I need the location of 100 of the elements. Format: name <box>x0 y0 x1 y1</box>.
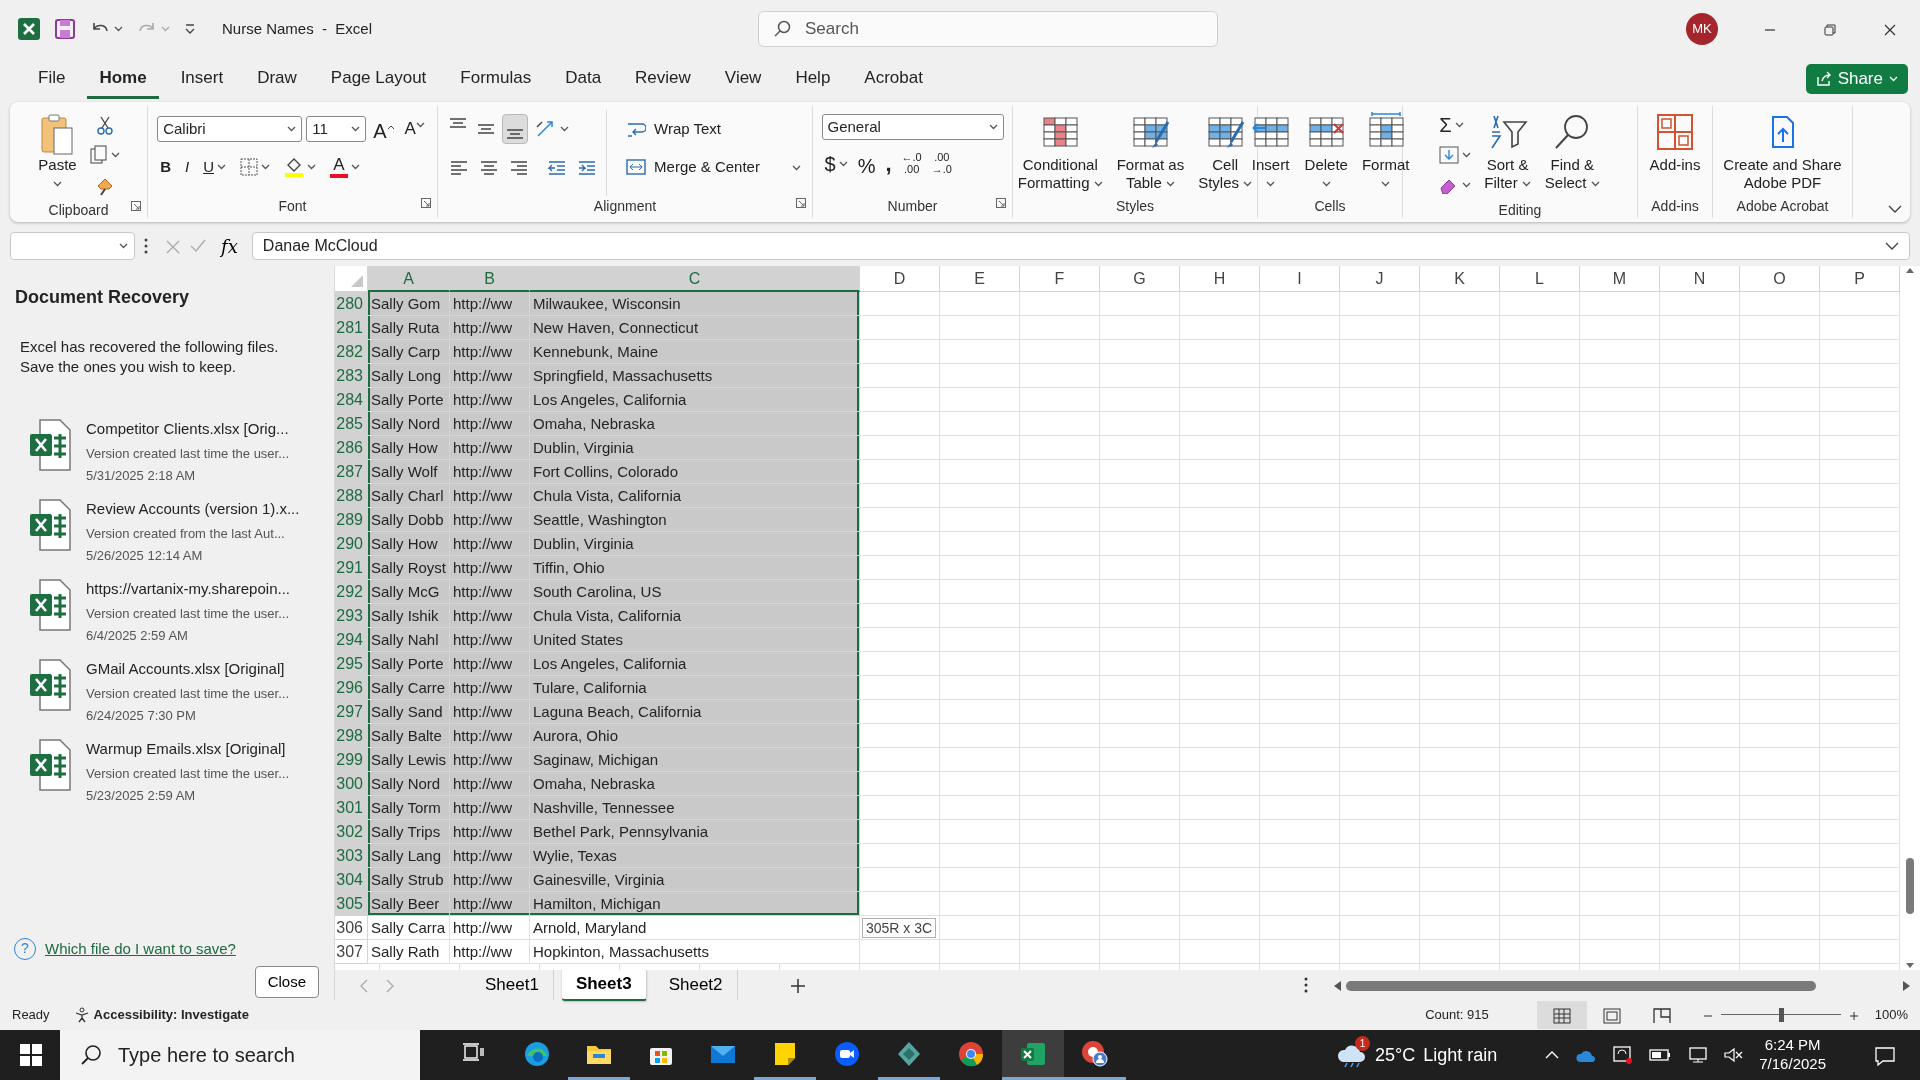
row-number[interactable]: 302 <box>335 820 368 844</box>
zoom-slider[interactable] <box>1720 1008 1841 1022</box>
row-number[interactable]: 300 <box>335 772 368 796</box>
clock-date[interactable]: 7/16/2025 <box>1759 1055 1826 1074</box>
column-header[interactable]: K <box>1420 266 1500 292</box>
row-number[interactable]: 288 <box>335 484 368 508</box>
accessibility-status[interactable]: Accessibility: Investigate <box>93 1005 249 1025</box>
file-name[interactable]: Review Accounts (version 1).x... <box>86 498 300 521</box>
menu-tab[interactable]: Page Layout <box>318 59 439 99</box>
wrap-text-button[interactable]: Wrap Text <box>623 114 804 144</box>
row-number[interactable]: 303 <box>335 844 368 868</box>
grow-font-button[interactable]: A <box>370 114 398 144</box>
search-field[interactable]: Search <box>758 11 1218 47</box>
column-header[interactable]: M <box>1580 266 1660 292</box>
percent-button[interactable]: % <box>854 149 879 179</box>
taskbar-search-field[interactable]: Type here to search <box>60 1030 420 1080</box>
spreadsheet-file-icon[interactable] <box>28 498 72 552</box>
row-number[interactable]: 295 <box>335 652 368 676</box>
decrease-decimal-button[interactable]: .00 →.0 <box>928 148 955 180</box>
file-name[interactable]: Competitor Clients.xlsx [Orig... <box>86 418 290 441</box>
scroll-up-icon[interactable] <box>1905 266 1915 274</box>
column-header[interactable]: I <box>1260 266 1340 292</box>
menu-tab[interactable]: Review <box>623 59 703 99</box>
sheet-tab[interactable]: Sheet1 <box>471 970 554 1000</box>
merge-center-button[interactable]: Merge & Center <box>623 152 804 182</box>
zoom-in-icon[interactable] <box>1848 1010 1859 1021</box>
battery-icon[interactable] <box>1649 1048 1672 1062</box>
insert-function-button[interactable]: fx <box>215 232 244 260</box>
vertical-scrollbar-thumb[interactable] <box>1906 858 1914 914</box>
column-header[interactable]: A <box>368 266 450 292</box>
accessibility-icon[interactable] <box>73 1007 90 1023</box>
column-header[interactable]: E <box>940 266 1020 292</box>
comma-style-button[interactable]: , <box>882 149 895 179</box>
column-header[interactable]: F <box>1020 266 1100 292</box>
underline-button[interactable]: U <box>200 152 229 182</box>
row-number[interactable]: 296 <box>335 676 368 700</box>
file-name[interactable]: Warmup Emails.xlsx [Original] <box>86 738 290 761</box>
delete-button[interactable]: Delete <box>1300 110 1352 196</box>
sort-filter-button[interactable]: Sort & Filter <box>1480 110 1535 200</box>
spreadsheet-file-icon[interactable] <box>28 658 72 712</box>
row-number[interactable]: 289 <box>335 508 368 532</box>
row-number[interactable]: 285 <box>335 412 368 436</box>
font-size-field[interactable]: 11 <box>306 116 367 142</box>
sheet-tab[interactable]: Sheet2 <box>654 970 738 1000</box>
row-number[interactable]: 280 <box>335 292 368 316</box>
currency-button[interactable]: $ <box>821 149 851 179</box>
check-icon[interactable] <box>189 238 207 254</box>
file-name[interactable]: GMail Accounts.xlsx [Original] <box>86 658 290 681</box>
increase-decimal-button[interactable]: ←.0 .00 <box>898 148 925 180</box>
column-header[interactable]: B <box>450 266 530 292</box>
notification-icon[interactable] <box>1874 1045 1896 1066</box>
temperature-text[interactable]: 25°C <box>1375 1041 1416 1069</box>
column-header[interactable]: P <box>1820 266 1900 292</box>
row-number[interactable]: 286 <box>335 436 368 460</box>
align-bottom-button[interactable] <box>502 114 529 144</box>
row-number[interactable]: 294 <box>335 628 368 652</box>
add-ins-button[interactable]: Add-ins <box>1645 110 1705 196</box>
view-button[interactable] <box>1536 1001 1587 1029</box>
horizontal-scrollbar[interactable] <box>1332 978 1912 993</box>
share-button[interactable]: Share <box>1805 64 1908 94</box>
help-link[interactable]: Which file do I want to save? <box>45 937 236 960</box>
column-header[interactable]: L <box>1500 266 1580 292</box>
user-avatar[interactable]: MK <box>1686 13 1718 45</box>
column-header[interactable]: J <box>1340 266 1420 292</box>
column-header[interactable]: C <box>530 266 860 292</box>
find-select-button[interactable]: Find & Select <box>1540 110 1604 200</box>
row-number[interactable]: 284 <box>335 388 368 412</box>
row-number[interactable]: 305 <box>335 892 368 916</box>
menu-tab[interactable]: Draw <box>245 59 309 99</box>
font-name-field[interactable]: Calibri <box>157 116 303 142</box>
menu-tab[interactable]: File <box>26 59 78 99</box>
row-number[interactable]: 293 <box>335 604 368 628</box>
row-number[interactable]: 298 <box>335 724 368 748</box>
format-button[interactable]: Format <box>1357 110 1414 196</box>
speaker-muted-icon[interactable] <box>1723 1047 1744 1063</box>
italic-button[interactable]: I <box>182 152 193 182</box>
collapse-ribbon-icon[interactable] <box>1888 204 1902 214</box>
menu-tab[interactable]: Insert <box>168 59 236 99</box>
customize-icon[interactable] <box>184 23 196 35</box>
more-options-icon[interactable] <box>143 237 149 255</box>
paste-button[interactable]: Paste <box>34 110 81 200</box>
row-number[interactable]: 301 <box>335 796 368 820</box>
sheet-tab[interactable]: Sheet3 <box>561 969 647 1001</box>
menu-tab[interactable]: Acrobat <box>852 59 935 99</box>
menu-tab[interactable]: View <box>712 59 774 99</box>
autosum-button[interactable]: Σ <box>1436 110 1475 140</box>
row-number[interactable]: 282 <box>335 340 368 364</box>
row-number[interactable]: 306 <box>335 916 368 940</box>
spreadsheet-file-icon[interactable] <box>28 738 72 792</box>
start-icon[interactable] <box>20 1044 42 1067</box>
column-header[interactable]: O <box>1740 266 1820 292</box>
clock-time[interactable]: 6:24 PM <box>1764 1036 1821 1055</box>
format-table-button[interactable]: Format as Table <box>1112 110 1189 196</box>
add-sheet-icon[interactable] <box>789 977 806 994</box>
save-icon[interactable] <box>54 18 76 40</box>
row-number[interactable]: 292 <box>335 580 368 604</box>
row-number[interactable]: 283 <box>335 364 368 388</box>
menu-tab[interactable]: Data <box>553 59 614 99</box>
column-header[interactable]: H <box>1180 266 1260 292</box>
menu-tab[interactable]: Help <box>783 59 843 99</box>
